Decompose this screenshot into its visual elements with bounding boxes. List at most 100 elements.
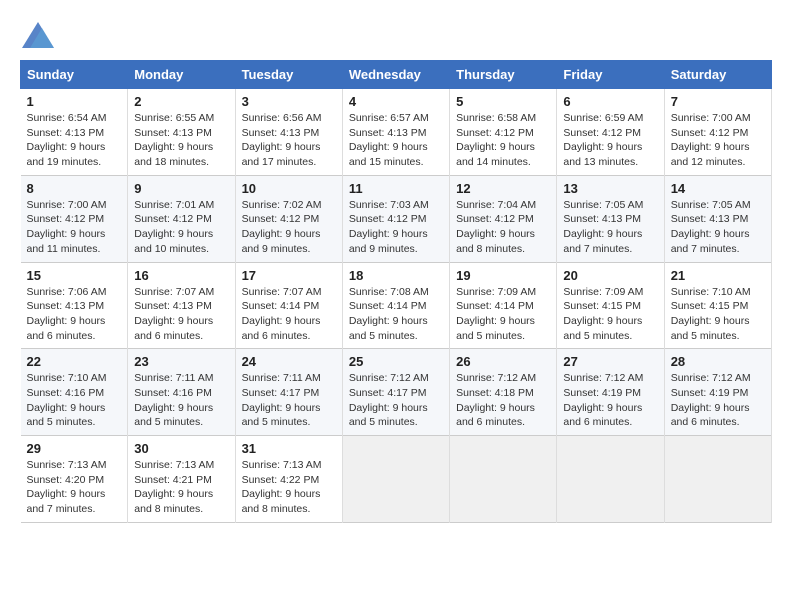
sunset-label: Sunset: 4:18 PM (456, 387, 534, 399)
sunset-label: Sunset: 4:21 PM (134, 474, 212, 486)
daylight-label: Daylight: 9 hours and 5 minutes. (349, 315, 428, 342)
daylight-label: Daylight: 9 hours and 9 minutes. (242, 228, 321, 255)
day-info: Sunrise: 6:58 AM Sunset: 4:12 PM Dayligh… (456, 111, 550, 170)
day-number: 13 (563, 181, 657, 196)
sunrise-label: Sunrise: 7:10 AM (671, 286, 751, 298)
calendar-cell (664, 436, 771, 523)
day-number: 1 (27, 94, 122, 109)
weekday-header: Friday (557, 61, 664, 89)
sunset-label: Sunset: 4:14 PM (349, 300, 427, 312)
day-info: Sunrise: 6:57 AM Sunset: 4:13 PM Dayligh… (349, 111, 443, 170)
daylight-label: Daylight: 9 hours and 8 minutes. (134, 488, 213, 515)
day-number: 25 (349, 354, 443, 369)
day-info: Sunrise: 7:04 AM Sunset: 4:12 PM Dayligh… (456, 198, 550, 257)
calendar-cell: 7 Sunrise: 7:00 AM Sunset: 4:12 PM Dayli… (664, 89, 771, 176)
weekday-header: Monday (128, 61, 235, 89)
sunset-label: Sunset: 4:12 PM (456, 127, 534, 139)
sunrise-label: Sunrise: 7:05 AM (671, 199, 751, 211)
sunset-label: Sunset: 4:19 PM (671, 387, 749, 399)
sunset-label: Sunset: 4:12 PM (456, 213, 534, 225)
sunset-label: Sunset: 4:12 PM (563, 127, 641, 139)
daylight-label: Daylight: 9 hours and 5 minutes. (671, 315, 750, 342)
sunrise-label: Sunrise: 7:07 AM (134, 286, 214, 298)
sunrise-label: Sunrise: 7:12 AM (456, 372, 536, 384)
sunset-label: Sunset: 4:13 PM (27, 127, 105, 139)
daylight-label: Daylight: 9 hours and 14 minutes. (456, 141, 535, 168)
daylight-label: Daylight: 9 hours and 5 minutes. (563, 315, 642, 342)
calendar-cell: 19 Sunrise: 7:09 AM Sunset: 4:14 PM Dayl… (450, 262, 557, 349)
sunset-label: Sunset: 4:13 PM (134, 127, 212, 139)
sunset-label: Sunset: 4:20 PM (27, 474, 105, 486)
logo (20, 20, 60, 50)
sunrise-label: Sunrise: 7:05 AM (563, 199, 643, 211)
sunrise-label: Sunrise: 6:56 AM (242, 112, 322, 124)
calendar-cell: 14 Sunrise: 7:05 AM Sunset: 4:13 PM Dayl… (664, 175, 771, 262)
calendar-cell (342, 436, 449, 523)
day-info: Sunrise: 7:06 AM Sunset: 4:13 PM Dayligh… (27, 285, 122, 344)
calendar-cell: 29 Sunrise: 7:13 AM Sunset: 4:20 PM Dayl… (21, 436, 128, 523)
daylight-label: Daylight: 9 hours and 5 minutes. (349, 402, 428, 429)
calendar-row: 22 Sunrise: 7:10 AM Sunset: 4:16 PM Dayl… (21, 349, 772, 436)
calendar-table: SundayMondayTuesdayWednesdayThursdayFrid… (20, 60, 772, 523)
calendar-cell: 1 Sunrise: 6:54 AM Sunset: 4:13 PM Dayli… (21, 89, 128, 176)
sunrise-label: Sunrise: 7:09 AM (563, 286, 643, 298)
header (20, 20, 772, 50)
day-info: Sunrise: 7:00 AM Sunset: 4:12 PM Dayligh… (27, 198, 122, 257)
day-info: Sunrise: 7:09 AM Sunset: 4:14 PM Dayligh… (456, 285, 550, 344)
day-number: 2 (134, 94, 228, 109)
daylight-label: Daylight: 9 hours and 13 minutes. (563, 141, 642, 168)
day-info: Sunrise: 6:55 AM Sunset: 4:13 PM Dayligh… (134, 111, 228, 170)
weekday-header: Thursday (450, 61, 557, 89)
calendar-row: 1 Sunrise: 6:54 AM Sunset: 4:13 PM Dayli… (21, 89, 772, 176)
daylight-label: Daylight: 9 hours and 8 minutes. (456, 228, 535, 255)
weekday-header: Tuesday (235, 61, 342, 89)
daylight-label: Daylight: 9 hours and 5 minutes. (134, 402, 213, 429)
calendar-cell: 20 Sunrise: 7:09 AM Sunset: 4:15 PM Dayl… (557, 262, 664, 349)
daylight-label: Daylight: 9 hours and 10 minutes. (134, 228, 213, 255)
day-number: 15 (27, 268, 122, 283)
day-number: 16 (134, 268, 228, 283)
sunset-label: Sunset: 4:13 PM (242, 127, 320, 139)
logo-icon (20, 20, 56, 50)
day-info: Sunrise: 7:12 AM Sunset: 4:19 PM Dayligh… (563, 371, 657, 430)
calendar-cell: 23 Sunrise: 7:11 AM Sunset: 4:16 PM Dayl… (128, 349, 235, 436)
day-info: Sunrise: 7:05 AM Sunset: 4:13 PM Dayligh… (671, 198, 765, 257)
daylight-label: Daylight: 9 hours and 17 minutes. (242, 141, 321, 168)
sunset-label: Sunset: 4:15 PM (671, 300, 749, 312)
day-info: Sunrise: 7:03 AM Sunset: 4:12 PM Dayligh… (349, 198, 443, 257)
day-number: 11 (349, 181, 443, 196)
calendar-cell: 5 Sunrise: 6:58 AM Sunset: 4:12 PM Dayli… (450, 89, 557, 176)
weekday-header: Sunday (21, 61, 128, 89)
sunrise-label: Sunrise: 7:07 AM (242, 286, 322, 298)
sunset-label: Sunset: 4:12 PM (27, 213, 105, 225)
calendar-row: 15 Sunrise: 7:06 AM Sunset: 4:13 PM Dayl… (21, 262, 772, 349)
day-info: Sunrise: 7:12 AM Sunset: 4:17 PM Dayligh… (349, 371, 443, 430)
daylight-label: Daylight: 9 hours and 12 minutes. (671, 141, 750, 168)
sunrise-label: Sunrise: 7:03 AM (349, 199, 429, 211)
calendar-cell: 26 Sunrise: 7:12 AM Sunset: 4:18 PM Dayl… (450, 349, 557, 436)
day-info: Sunrise: 7:05 AM Sunset: 4:13 PM Dayligh… (563, 198, 657, 257)
sunrise-label: Sunrise: 7:08 AM (349, 286, 429, 298)
daylight-label: Daylight: 9 hours and 5 minutes. (27, 402, 106, 429)
sunrise-label: Sunrise: 6:57 AM (349, 112, 429, 124)
sunset-label: Sunset: 4:12 PM (349, 213, 427, 225)
sunrise-label: Sunrise: 6:54 AM (27, 112, 107, 124)
day-info: Sunrise: 7:07 AM Sunset: 4:13 PM Dayligh… (134, 285, 228, 344)
daylight-label: Daylight: 9 hours and 5 minutes. (456, 315, 535, 342)
day-number: 4 (349, 94, 443, 109)
day-number: 24 (242, 354, 336, 369)
sunrise-label: Sunrise: 7:01 AM (134, 199, 214, 211)
day-info: Sunrise: 7:11 AM Sunset: 4:16 PM Dayligh… (134, 371, 228, 430)
sunset-label: Sunset: 4:22 PM (242, 474, 320, 486)
daylight-label: Daylight: 9 hours and 5 minutes. (242, 402, 321, 429)
sunrise-label: Sunrise: 6:58 AM (456, 112, 536, 124)
calendar-cell: 10 Sunrise: 7:02 AM Sunset: 4:12 PM Dayl… (235, 175, 342, 262)
day-number: 30 (134, 441, 228, 456)
sunrise-label: Sunrise: 7:02 AM (242, 199, 322, 211)
daylight-label: Daylight: 9 hours and 18 minutes. (134, 141, 213, 168)
day-number: 23 (134, 354, 228, 369)
day-number: 31 (242, 441, 336, 456)
day-info: Sunrise: 7:10 AM Sunset: 4:16 PM Dayligh… (27, 371, 122, 430)
day-number: 20 (563, 268, 657, 283)
sunset-label: Sunset: 4:15 PM (563, 300, 641, 312)
